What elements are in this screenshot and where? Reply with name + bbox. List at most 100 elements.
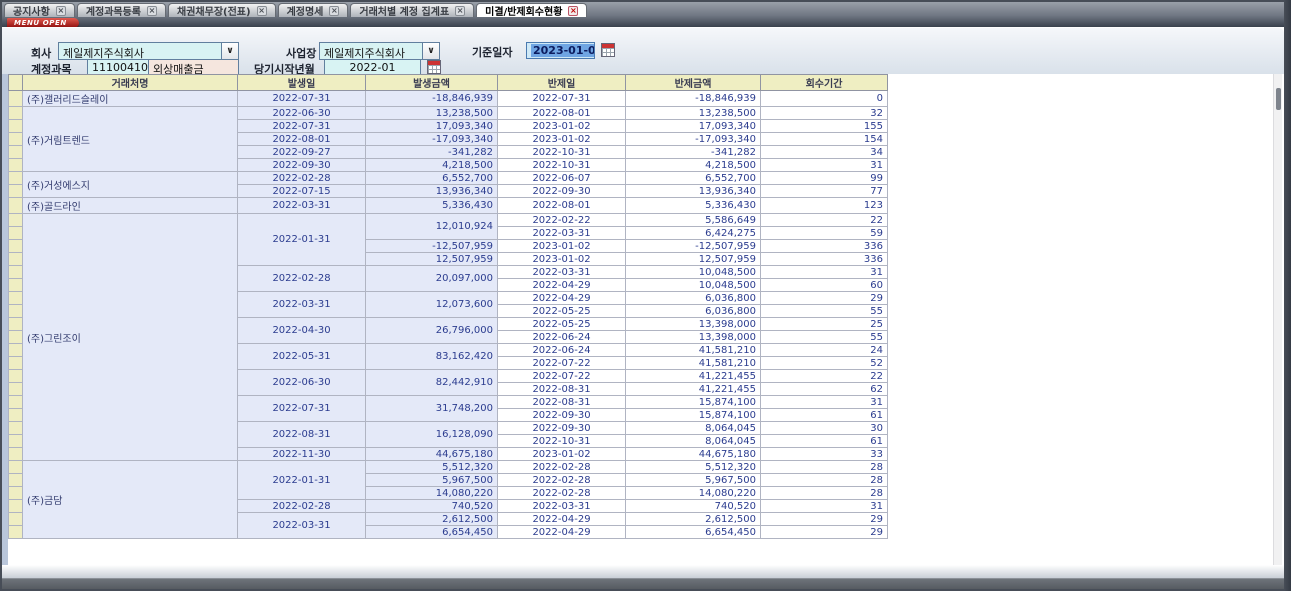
amt-cell[interactable]: 740,520 bbox=[366, 500, 498, 513]
days-cell[interactable]: 28 bbox=[761, 474, 888, 487]
ramt-cell[interactable]: 17,093,340 bbox=[626, 120, 761, 133]
days-cell[interactable]: 55 bbox=[761, 331, 888, 344]
row-header-cell[interactable] bbox=[9, 474, 23, 487]
ramt-cell[interactable]: 8,064,045 bbox=[626, 422, 761, 435]
ramt-cell[interactable]: 12,507,959 bbox=[626, 253, 761, 266]
date-cell[interactable]: 2022-08-01 bbox=[238, 133, 366, 146]
row-header-cell[interactable] bbox=[9, 107, 23, 120]
rdate-cell[interactable]: 2023-01-02 bbox=[498, 448, 626, 461]
tab-close-icon[interactable]: × bbox=[257, 6, 267, 16]
amt-cell[interactable]: 12,010,924 bbox=[366, 214, 498, 240]
ramt-cell[interactable]: 13,398,000 bbox=[626, 318, 761, 331]
row-header-cell[interactable] bbox=[9, 133, 23, 146]
rdate-cell[interactable]: 2022-04-29 bbox=[498, 292, 626, 305]
amt-cell[interactable]: 13,238,500 bbox=[366, 107, 498, 120]
amt-cell[interactable]: 12,073,600 bbox=[366, 292, 498, 318]
rdate-cell[interactable]: 2022-08-01 bbox=[498, 107, 626, 120]
date-cell[interactable]: 2022-09-30 bbox=[238, 159, 366, 172]
chevron-down-icon[interactable]: ∨ bbox=[422, 43, 439, 59]
row-header-cell[interactable] bbox=[9, 91, 23, 107]
row-header-cell[interactable] bbox=[9, 240, 23, 253]
row-header-cell[interactable] bbox=[9, 383, 23, 396]
ramt-cell[interactable]: -17,093,340 bbox=[626, 133, 761, 146]
rdate-cell[interactable]: 2023-01-02 bbox=[498, 120, 626, 133]
row-header-cell[interactable] bbox=[9, 120, 23, 133]
row-header-cell[interactable] bbox=[9, 305, 23, 318]
days-cell[interactable]: 22 bbox=[761, 214, 888, 227]
date-cell[interactable]: 2022-07-31 bbox=[238, 91, 366, 107]
amt-cell[interactable]: 5,967,500 bbox=[366, 474, 498, 487]
ramt-cell[interactable]: 13,936,340 bbox=[626, 185, 761, 198]
row-header-cell[interactable] bbox=[9, 396, 23, 409]
tab-5[interactable]: 거래처별 계정 집계표× bbox=[350, 3, 474, 17]
rdate-cell[interactable]: 2022-08-31 bbox=[498, 396, 626, 409]
ramt-cell[interactable]: 15,874,100 bbox=[626, 396, 761, 409]
date-cell[interactable]: 2022-02-28 bbox=[238, 500, 366, 513]
amt-cell[interactable]: 6,552,700 bbox=[366, 172, 498, 185]
row-header-cell[interactable] bbox=[9, 146, 23, 159]
ramt-cell[interactable]: 4,218,500 bbox=[626, 159, 761, 172]
rdate-cell[interactable]: 2022-05-25 bbox=[498, 305, 626, 318]
days-cell[interactable]: 61 bbox=[761, 409, 888, 422]
amt-cell[interactable]: 4,218,500 bbox=[366, 159, 498, 172]
days-cell[interactable]: 31 bbox=[761, 266, 888, 279]
ramt-cell[interactable]: 15,874,100 bbox=[626, 409, 761, 422]
days-cell[interactable]: 155 bbox=[761, 120, 888, 133]
rdate-cell[interactable]: 2022-09-30 bbox=[498, 422, 626, 435]
row-header-cell[interactable] bbox=[9, 487, 23, 500]
days-cell[interactable]: 25 bbox=[761, 318, 888, 331]
ramt-cell[interactable]: 13,398,000 bbox=[626, 331, 761, 344]
row-header-cell[interactable] bbox=[9, 198, 23, 214]
amt-cell[interactable]: 20,097,000 bbox=[366, 266, 498, 292]
amt-cell[interactable]: -17,093,340 bbox=[366, 133, 498, 146]
name-cell[interactable]: (주)금담 bbox=[23, 461, 238, 539]
days-cell[interactable]: 31 bbox=[761, 159, 888, 172]
ramt-cell[interactable]: 8,064,045 bbox=[626, 435, 761, 448]
days-cell[interactable]: 29 bbox=[761, 292, 888, 305]
days-cell[interactable]: 29 bbox=[761, 513, 888, 526]
days-cell[interactable]: 154 bbox=[761, 133, 888, 146]
amt-cell[interactable]: 13,936,340 bbox=[366, 185, 498, 198]
tab-close-icon[interactable]: × bbox=[147, 6, 157, 16]
ramt-cell[interactable]: 6,552,700 bbox=[626, 172, 761, 185]
rdate-cell[interactable]: 2022-04-29 bbox=[498, 513, 626, 526]
ramt-cell[interactable]: 10,048,500 bbox=[626, 266, 761, 279]
rdate-cell[interactable]: 2022-08-01 bbox=[498, 198, 626, 214]
name-cell[interactable]: (주)골드라인 bbox=[23, 198, 238, 214]
vertical-scrollbar[interactable] bbox=[1273, 74, 1282, 565]
date-cell[interactable]: 2022-06-30 bbox=[238, 107, 366, 120]
date-cell[interactable]: 2022-08-31 bbox=[238, 422, 366, 448]
date-cell[interactable]: 2022-03-31 bbox=[238, 198, 366, 214]
date-cell[interactable]: 2022-01-31 bbox=[238, 214, 366, 266]
amt-cell[interactable]: -12,507,959 bbox=[366, 240, 498, 253]
rdate-cell[interactable]: 2022-07-22 bbox=[498, 357, 626, 370]
column-header-4[interactable]: 반제금액 bbox=[626, 75, 761, 91]
days-cell[interactable]: 336 bbox=[761, 240, 888, 253]
date-cell[interactable]: 2022-06-30 bbox=[238, 370, 366, 396]
days-cell[interactable]: 61 bbox=[761, 435, 888, 448]
column-header-5[interactable]: 회수기간 bbox=[761, 75, 888, 91]
ramt-cell[interactable]: 6,654,450 bbox=[626, 526, 761, 539]
rdate-cell[interactable]: 2022-08-31 bbox=[498, 383, 626, 396]
rdate-cell[interactable]: 2022-09-30 bbox=[498, 409, 626, 422]
ramt-cell[interactable]: 2,612,500 bbox=[626, 513, 761, 526]
rdate-cell[interactable]: 2022-10-31 bbox=[498, 435, 626, 448]
days-cell[interactable]: 32 bbox=[761, 107, 888, 120]
tab-2[interactable]: 계정과목등록× bbox=[77, 3, 166, 17]
name-cell[interactable]: (주)갤러리드슬레이 bbox=[23, 91, 238, 107]
date-cell[interactable]: 2022-02-28 bbox=[238, 172, 366, 185]
ramt-cell[interactable]: 10,048,500 bbox=[626, 279, 761, 292]
amt-cell[interactable]: 5,512,320 bbox=[366, 461, 498, 474]
amt-cell[interactable]: 2,612,500 bbox=[366, 513, 498, 526]
rdate-cell[interactable]: 2023-01-02 bbox=[498, 240, 626, 253]
amt-cell[interactable]: 31,748,200 bbox=[366, 396, 498, 422]
days-cell[interactable]: 77 bbox=[761, 185, 888, 198]
days-cell[interactable]: 28 bbox=[761, 461, 888, 474]
tab-4[interactable]: 계정명세× bbox=[278, 3, 349, 17]
amt-cell[interactable]: 44,675,180 bbox=[366, 448, 498, 461]
rdate-cell[interactable]: 2022-06-24 bbox=[498, 331, 626, 344]
row-header-cell[interactable] bbox=[9, 422, 23, 435]
row-header-cell[interactable] bbox=[9, 185, 23, 198]
amt-cell[interactable]: 5,336,430 bbox=[366, 198, 498, 214]
row-header-cell[interactable] bbox=[9, 409, 23, 422]
